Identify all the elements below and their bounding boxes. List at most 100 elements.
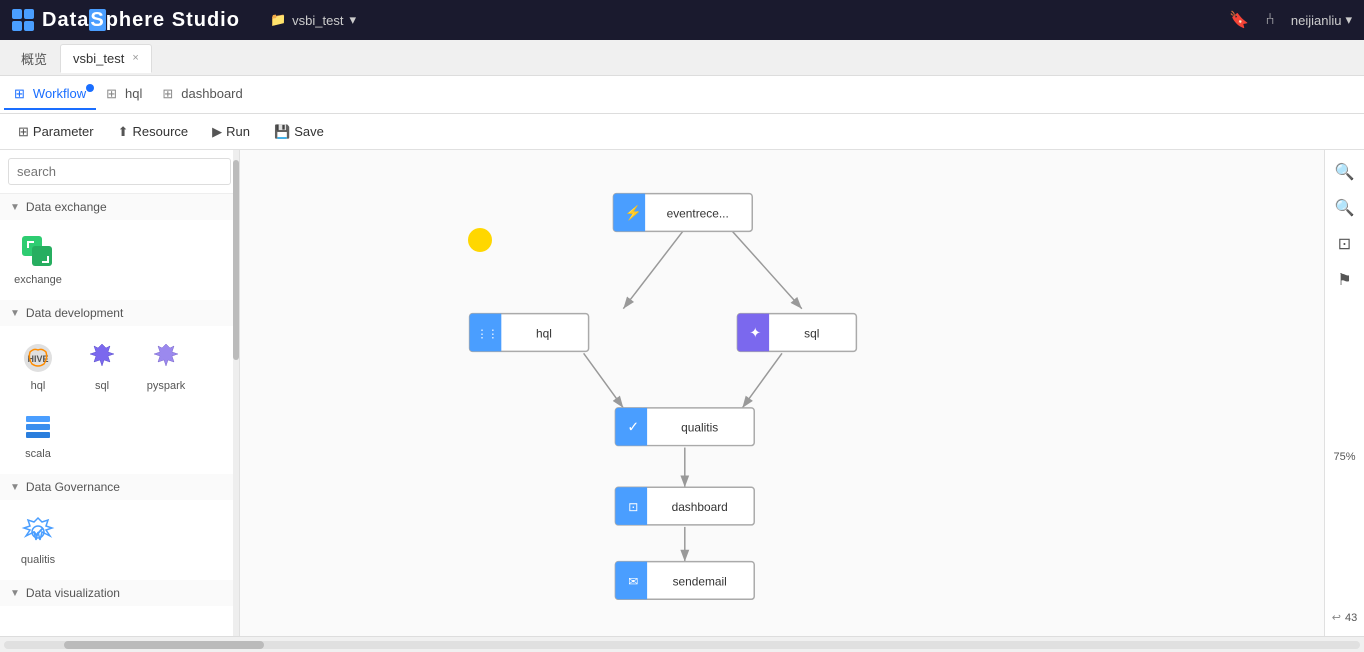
bottom-scroll[interactable]: [0, 636, 1364, 652]
sidebar-section-data-governance[interactable]: ▼ Data Governance: [0, 474, 239, 500]
user-menu[interactable]: neijianliu ▾: [1291, 12, 1352, 28]
save-label: Save: [294, 124, 324, 139]
zoom-in-icon: 🔍: [1335, 162, 1355, 182]
section-arrow-development: ▼: [10, 308, 20, 319]
node-sql-label: sql: [804, 326, 819, 340]
sidebar-item-exchange[interactable]: exchange: [8, 228, 68, 292]
hql-label: hql: [31, 380, 46, 392]
edge-sql-qualitis: [742, 353, 782, 408]
undo-icon: ↩: [1332, 611, 1341, 624]
sidebar-items-exchange: exchange: [0, 220, 239, 300]
qualitis-label: qualitis: [21, 554, 55, 566]
bottom-scroll-track: [4, 641, 1360, 649]
run-label: Run: [226, 124, 250, 139]
parameter-label: Parameter: [33, 124, 94, 139]
flag-button[interactable]: ⚑: [1331, 266, 1359, 294]
tab-close-button[interactable]: ×: [132, 52, 138, 64]
logo-grid-icon: [12, 9, 34, 31]
search-input[interactable]: [8, 158, 231, 185]
fit-button[interactable]: ⊡: [1331, 230, 1359, 258]
zoom-out-icon: 🔍: [1335, 198, 1355, 218]
pyspark-label: pyspark: [147, 380, 186, 392]
run-button[interactable]: ▶ Run: [202, 120, 260, 144]
run-icon: ▶: [212, 124, 222, 140]
zoom-in-button[interactable]: 🔍: [1331, 158, 1359, 186]
sidebar-item-qualitis[interactable]: qualitis: [8, 508, 68, 572]
sidebar-item-hql[interactable]: HIVE hql: [8, 334, 68, 398]
sidebar-item-pyspark[interactable]: pyspark: [136, 334, 196, 398]
zoom-level: 75%: [1333, 443, 1355, 463]
bookmark-icon[interactable]: 🔖: [1229, 10, 1249, 30]
section-title-development: Data development: [26, 306, 123, 320]
sidebar-item-scala[interactable]: scala: [8, 402, 68, 466]
subtab-workflow-dot: [86, 84, 94, 92]
subtab-bar: ⊞ Workflow ⊞ hql ⊞ dashboard: [0, 76, 1364, 114]
cursor-indicator: [468, 228, 492, 252]
section-title-visualization: Data visualization: [26, 586, 120, 600]
sidebar-items-visualization: [0, 606, 239, 622]
resource-button[interactable]: ⬆ Resource: [108, 120, 199, 144]
project-icon: 📁: [270, 12, 286, 28]
subtab-dashboard[interactable]: ⊞ dashboard: [152, 80, 252, 110]
section-title-exchange: Data exchange: [26, 200, 107, 214]
svg-text:✉: ✉: [628, 574, 638, 588]
tab-overview[interactable]: 概览: [8, 42, 60, 74]
node-dashboard[interactable]: ⊡ dashboard: [615, 487, 754, 525]
parameter-button[interactable]: ⊞ Parameter: [8, 120, 104, 144]
subtab-hql-label: hql: [125, 86, 142, 101]
node-eventrece[interactable]: ⚡ eventrece...: [613, 194, 752, 232]
node-qualitis[interactable]: ✓ qualitis: [615, 408, 754, 446]
section-arrow-governance: ▼: [10, 482, 20, 493]
subtab-workflow[interactable]: ⊞ Workflow: [4, 80, 96, 110]
sidebar-items-development: HIVE hql sql: [0, 326, 239, 474]
github-icon[interactable]: ⑃: [1265, 11, 1275, 29]
subtab-dashboard-label: dashboard: [181, 86, 242, 101]
sidebar-search-container: [0, 150, 239, 194]
qualitis-icon: [20, 514, 56, 550]
scala-label: scala: [25, 448, 51, 460]
flag-icon: ⚑: [1337, 270, 1351, 290]
sidebar-section-data-development[interactable]: ▼ Data development: [0, 300, 239, 326]
parameter-icon: ⊞: [18, 124, 29, 140]
tab-overview-label: 概览: [21, 49, 47, 68]
subtab-hql[interactable]: ⊞ hql: [96, 80, 152, 110]
resource-label: Resource: [133, 124, 189, 139]
bottom-scroll-thumb[interactable]: [64, 641, 264, 649]
edge-hql-qualitis: [584, 353, 624, 408]
canvas-area[interactable]: ⚡ eventrece... ⋮⋮ hql ✦ sql: [240, 150, 1324, 636]
node-dashboard-label: dashboard: [672, 500, 728, 514]
page-number: 43: [1345, 612, 1357, 624]
sidebar-section-data-visualization[interactable]: ▼ Data visualization: [0, 580, 239, 606]
node-sendemail-label: sendemail: [673, 574, 727, 588]
tab-active[interactable]: vsbi_test ×: [60, 44, 152, 73]
hql-icon: HIVE: [20, 340, 56, 376]
exchange-icon: [20, 234, 56, 270]
pyspark-icon: [148, 340, 184, 376]
edge-eventrece-hql: [623, 231, 683, 308]
project-selector[interactable]: 📁 vsbi_test ▾: [270, 12, 356, 28]
tab-active-label: vsbi_test: [73, 51, 124, 66]
scala-icon: [20, 408, 56, 444]
node-sendemail[interactable]: ✉ sendemail: [615, 562, 754, 600]
node-sql[interactable]: ✦ sql: [737, 314, 856, 352]
zoom-out-button[interactable]: 🔍: [1331, 194, 1359, 222]
workflow-svg: ⚡ eventrece... ⋮⋮ hql ✦ sql: [240, 150, 1324, 636]
sidebar-section-data-exchange[interactable]: ▼ Data exchange: [0, 194, 239, 220]
sidebar-items-governance: qualitis: [0, 500, 239, 580]
save-button[interactable]: 💾 Save: [264, 120, 334, 144]
sidebar-item-sql[interactable]: sql: [72, 334, 132, 398]
node-hql[interactable]: ⋮⋮ hql: [470, 314, 589, 352]
sidebar-scrollbar[interactable]: [233, 150, 239, 636]
sql-icon: [84, 340, 120, 376]
sidebar-scrollbar-thumb: [233, 160, 239, 360]
project-dropdown-icon[interactable]: ▾: [349, 12, 356, 28]
node-eventrece-label: eventrece...: [667, 206, 729, 220]
node-hql-label: hql: [536, 326, 552, 340]
svg-text:✦: ✦: [749, 324, 761, 340]
logo-text: DataSphere Studio: [42, 9, 240, 32]
project-name: vsbi_test: [292, 13, 343, 28]
sql-label: sql: [95, 380, 109, 392]
save-icon: 💾: [274, 124, 290, 140]
resource-icon: ⬆: [118, 124, 129, 140]
section-title-governance: Data Governance: [26, 480, 120, 494]
